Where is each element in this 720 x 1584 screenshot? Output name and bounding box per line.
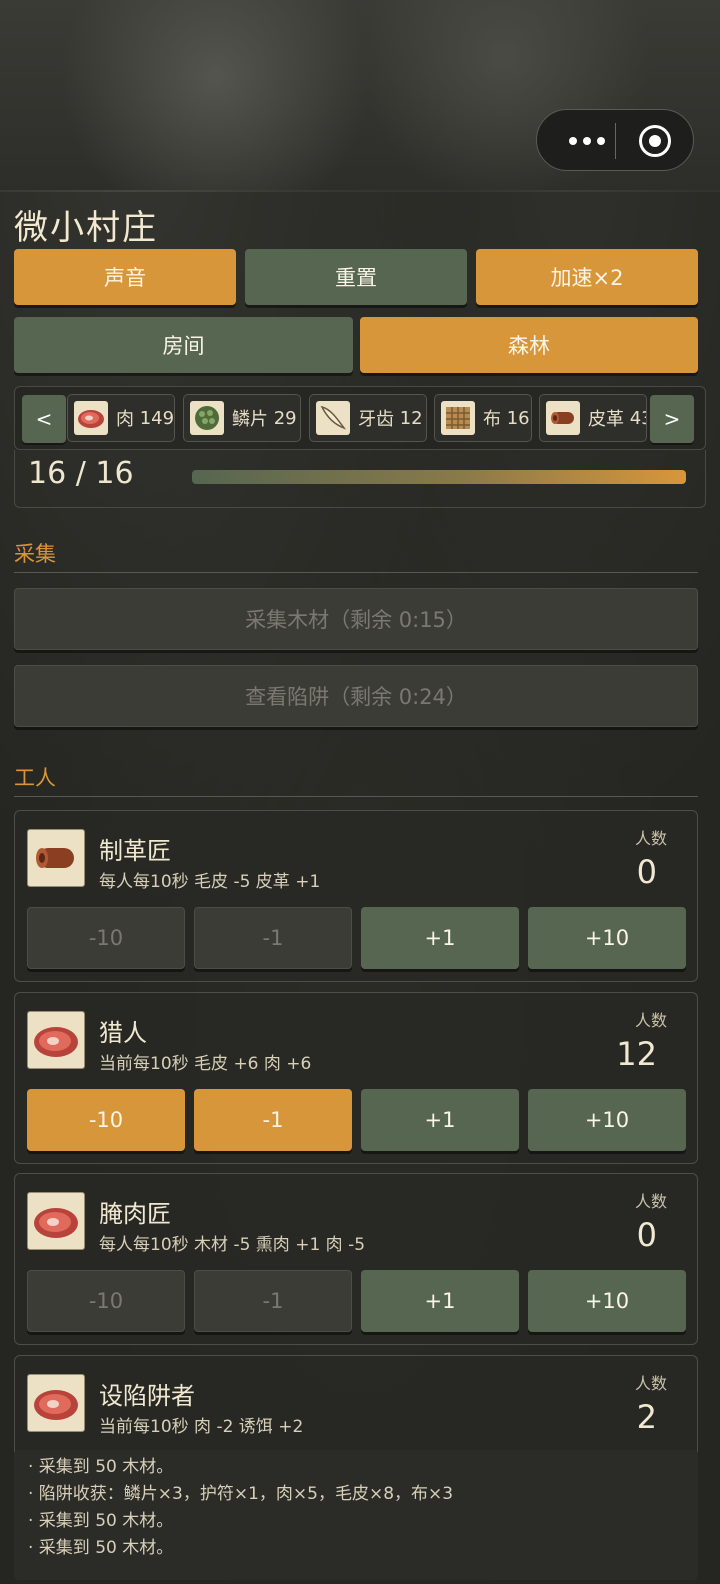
worker-count: 0 (636, 853, 657, 891)
workers-section-title: 工人 (14, 766, 56, 790)
resource-chip-meat: 肉 149 (67, 394, 175, 442)
resource-prev-button[interactable]: < (22, 395, 66, 443)
reset-button[interactable]: 重置 (245, 249, 467, 305)
plus-1-button[interactable]: +1 (361, 1089, 519, 1151)
worker-name: 设陷阱者 (99, 1382, 195, 1410)
plus-10-button[interactable]: +10 (528, 907, 686, 969)
resource-chip-teeth: 牙齿 12 (309, 394, 427, 442)
resource-next-button[interactable]: > (650, 395, 694, 443)
worker-desc: 当前每10秒 毛皮 +6 肉 +6 (99, 1054, 312, 1074)
worker-name: 猎人 (99, 1019, 147, 1047)
worker-desc: 当前每10秒 肉 -2 诱饵 +2 (99, 1417, 304, 1437)
meat-icon (74, 401, 108, 435)
resource-chip-scales: 鳞片 29 (183, 394, 301, 442)
gather-wood-button[interactable]: 采集木材（剩余 0:15） (14, 588, 698, 650)
worker-name: 制革匠 (99, 837, 171, 865)
resource-name: 肉 (116, 409, 134, 430)
minus-10-button[interactable]: -10 (27, 1089, 185, 1151)
count-label: 人数 (634, 1192, 667, 1211)
worker-count: 2 (636, 1398, 657, 1436)
resource-value: 16 (506, 407, 530, 429)
meat-icon (27, 1374, 85, 1432)
mini-program-capsule (536, 109, 694, 171)
resource-name: 鳞片 (232, 409, 268, 430)
tab-forest[interactable]: 森林 (360, 317, 698, 373)
worker-name: 腌肉匠 (99, 1200, 171, 1228)
tab-room[interactable]: 房间 (14, 317, 353, 373)
event-log: · 采集到 50 木材。 · 陷阱收获：鳞片×3，护符×1，肉×5，毛皮×8，布… (14, 1450, 698, 1580)
speed-button[interactable]: 加速×2 (476, 249, 698, 305)
resource-name: 皮革 (588, 409, 624, 430)
plus-10-button[interactable]: +10 (528, 1089, 686, 1151)
resource-chip-leather: 皮革 43 (539, 394, 647, 442)
resource-value: 149 (139, 407, 175, 429)
worker-card-hunter: 猎人 当前每10秒 毛皮 +6 肉 +6 人数 12 -10 -1 +1 +10 (14, 992, 698, 1164)
log-line: · 采集到 50 木材。 (28, 1538, 174, 1558)
minus-10-button[interactable]: -10 (27, 907, 185, 969)
plus-1-button[interactable]: +1 (361, 1270, 519, 1332)
count-label: 人数 (634, 1374, 667, 1393)
page-title: 微小村庄 (14, 208, 158, 248)
count-label: 人数 (634, 1011, 667, 1030)
sound-button[interactable]: 声音 (14, 249, 236, 305)
tooth-icon (316, 401, 350, 435)
worker-count: 12 (616, 1035, 657, 1073)
leather-icon (27, 829, 85, 887)
cloth-icon (441, 401, 475, 435)
workers-divider (14, 796, 698, 797)
resource-value: 43 (629, 407, 646, 429)
gather-section-title: 采集 (14, 542, 56, 566)
meat-icon (27, 1192, 85, 1250)
more-options-icon[interactable] (557, 126, 617, 156)
worker-card-curer: 腌肉匠 每人每10秒 木材 -5 熏肉 +1 肉 -5 人数 0 -10 -1 … (14, 1173, 698, 1345)
minus-1-button[interactable]: -1 (194, 907, 352, 969)
scales-icon (190, 401, 224, 435)
close-miniprogram-icon[interactable] (639, 125, 671, 157)
resource-value: 12 (399, 407, 423, 429)
plus-1-button[interactable]: +1 (361, 907, 519, 969)
plus-10-button[interactable]: +10 (528, 1270, 686, 1332)
log-line: · 陷阱收获：鳞片×3，护符×1，肉×5，毛皮×8，布×3 (28, 1484, 454, 1504)
resource-bar: < 肉 149 鳞片 29 牙齿 12 布 16 皮革 43 > (14, 386, 706, 450)
population-count: 16 / 16 (28, 456, 134, 491)
minus-1-button[interactable]: -1 (194, 1270, 352, 1332)
meat-icon (27, 1011, 85, 1069)
check-traps-button[interactable]: 查看陷阱（剩余 0:24） (14, 665, 698, 727)
minus-1-button[interactable]: -1 (194, 1089, 352, 1151)
worker-count: 0 (636, 1216, 657, 1254)
resource-chip-cloth: 布 16 (434, 394, 532, 442)
resource-name: 牙齿 (358, 409, 394, 430)
leather-icon (546, 401, 580, 435)
worker-desc: 每人每10秒 木材 -5 熏肉 +1 肉 -5 (99, 1235, 366, 1255)
log-line: · 采集到 50 木材。 (28, 1511, 174, 1531)
gather-divider (14, 572, 698, 573)
resource-name: 布 (483, 409, 501, 430)
worker-desc: 每人每10秒 毛皮 -5 皮革 +1 (99, 872, 321, 892)
worker-card-tanner: 制革匠 每人每10秒 毛皮 -5 皮革 +1 人数 0 -10 -1 +1 +1… (14, 810, 698, 982)
minus-10-button[interactable]: -10 (27, 1270, 185, 1332)
count-label: 人数 (634, 829, 667, 848)
log-line: · 采集到 50 木材。 (28, 1457, 174, 1477)
capsule-divider (615, 123, 616, 159)
resource-value: 29 (273, 407, 297, 429)
population-bar (192, 470, 686, 484)
